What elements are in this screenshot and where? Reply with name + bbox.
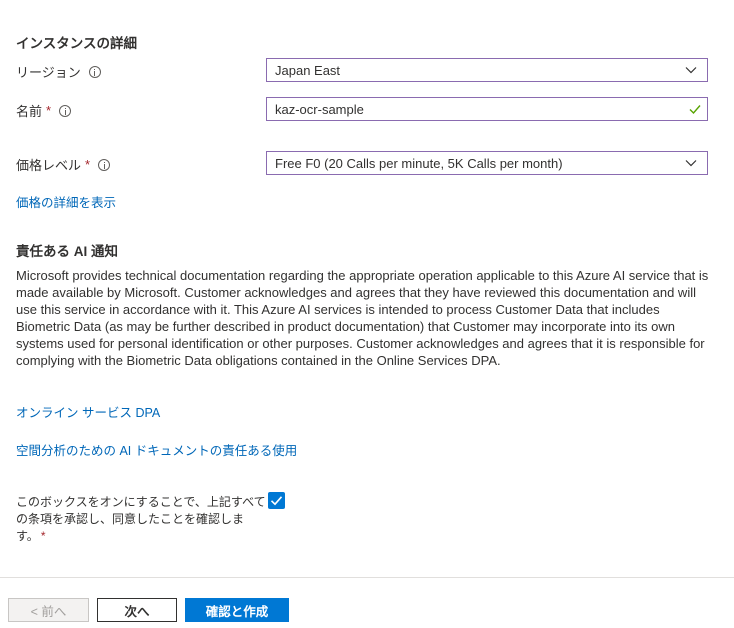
next-button[interactable]: 次へ — [97, 598, 177, 622]
checkmark-icon — [270, 496, 283, 506]
pricing-tier-label-text: 価格レベル — [16, 158, 82, 173]
responsible-ai-doc-link[interactable]: 空間分析のための AI ドキュメントの責任ある使用 — [16, 440, 297, 459]
instance-details-title: インスタンスの詳細 — [16, 36, 137, 51]
review-create-button[interactable]: 確認と作成 — [185, 598, 289, 622]
chevron-down-icon — [685, 67, 697, 74]
info-icon[interactable] — [59, 104, 72, 117]
pricing-tier-label: 価格レベル * — [16, 155, 111, 174]
pricing-tier-value: Free F0 (20 Calls per minute, 5K Calls p… — [275, 155, 563, 171]
region-select[interactable]: Japan East — [266, 58, 708, 82]
responsible-ai-notice: Microsoft provides technical documentati… — [16, 268, 709, 368]
name-input[interactable]: kaz-ocr-sample — [266, 97, 708, 121]
consent-text: このボックスをオンにすることで、上記すべての条項を承認し、同意したことを確認しま… — [16, 495, 266, 543]
pricing-tier-select[interactable]: Free F0 (20 Calls per minute, 5K Calls p… — [266, 151, 708, 175]
required-mark: * — [85, 157, 91, 172]
pricing-details-link[interactable]: 価格の詳細を表示 — [16, 192, 116, 211]
consent-label: このボックスをオンにすることで、上記すべての条項を承認し、同意したことを確認しま… — [16, 494, 266, 545]
info-icon[interactable] — [88, 65, 101, 78]
region-select-value: Japan East — [275, 62, 341, 78]
valid-check-icon — [689, 105, 701, 115]
responsible-ai-title: 責任ある AI 通知 — [16, 244, 119, 259]
name-label: 名前 * — [16, 101, 72, 120]
region-label-text: リージョン — [16, 65, 81, 80]
online-services-dpa-link[interactable]: オンライン サービス DPA — [16, 402, 160, 421]
chevron-down-icon — [685, 160, 697, 167]
required-mark: * — [40, 529, 46, 543]
footer-divider — [0, 577, 734, 578]
required-mark: * — [46, 103, 52, 118]
name-label-text: 名前 — [16, 104, 43, 119]
region-label: リージョン — [16, 62, 101, 81]
name-input-value: kaz-ocr-sample — [275, 101, 364, 117]
info-icon[interactable] — [98, 158, 111, 171]
previous-button[interactable]: < 前へ — [8, 598, 89, 622]
consent-checkbox[interactable] — [268, 492, 285, 509]
